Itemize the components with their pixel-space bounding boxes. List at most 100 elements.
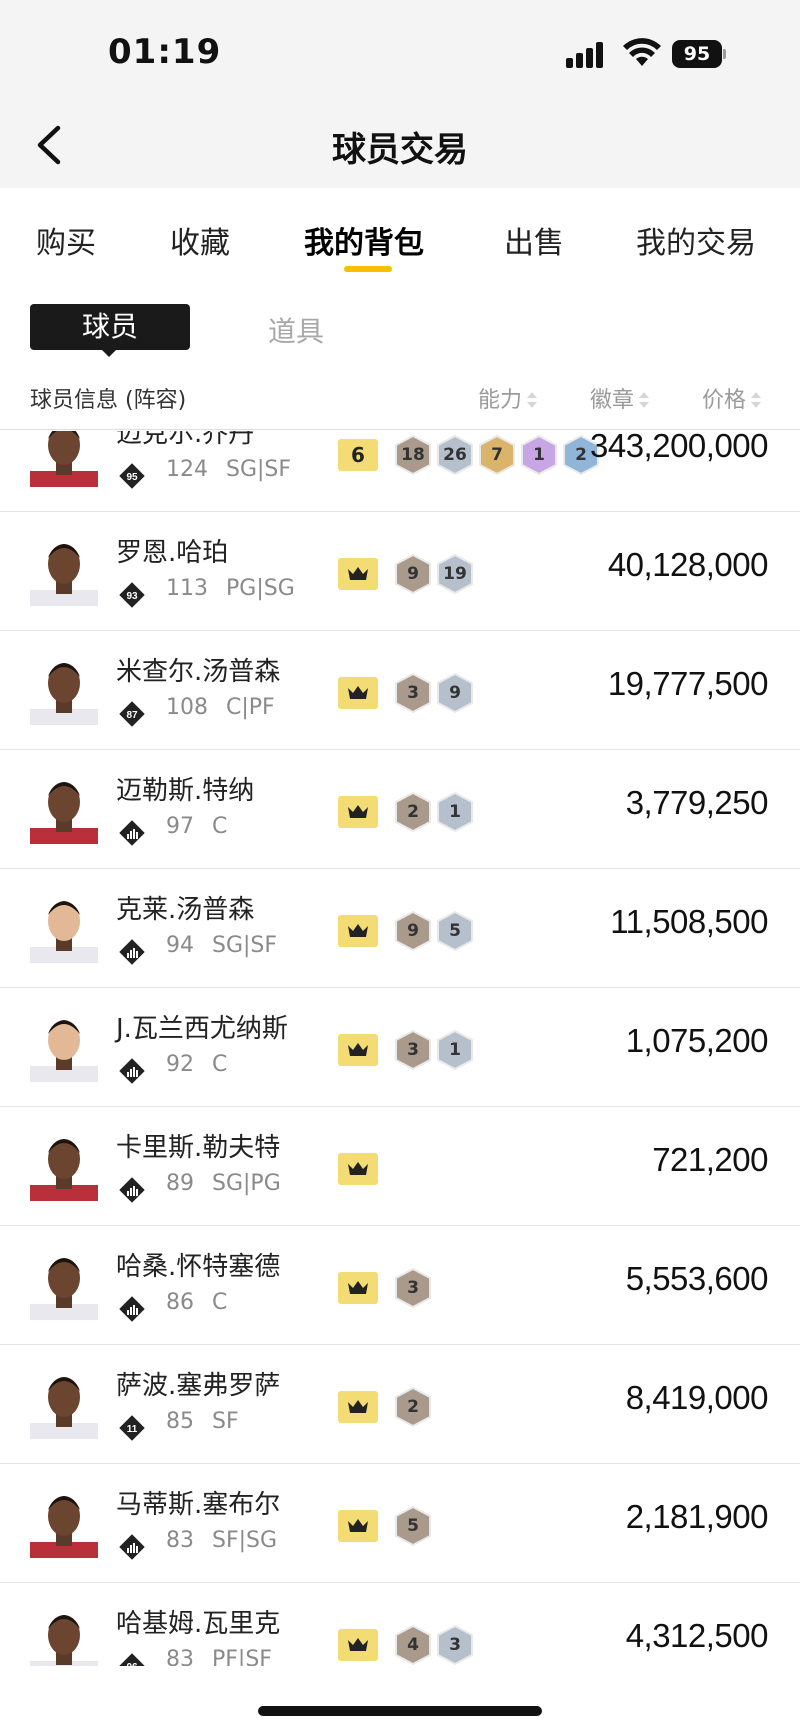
badge-count: 18 xyxy=(401,445,425,465)
player-row[interactable]: 哈桑.怀特塞德 86 C 3 5,553,600 xyxy=(0,1226,800,1345)
player-avatar xyxy=(30,891,98,963)
crown-icon xyxy=(338,1510,378,1542)
badge-silver-icon: 1 xyxy=(436,792,474,832)
player-rating: 85 xyxy=(166,1409,194,1434)
badge-count: 7 xyxy=(491,445,503,465)
player-avatar xyxy=(30,1605,98,1666)
subtab-players[interactable]: 球员 xyxy=(30,304,190,350)
badge-silver-icon: 3 xyxy=(436,1625,474,1665)
player-name: 哈桑.怀特塞德 xyxy=(116,1252,281,1282)
player-position: PF|SF xyxy=(212,1647,272,1666)
player-meta: 97 C xyxy=(166,814,227,839)
player-row[interactable]: 米查尔.汤普森 87 108 C|PF 3 9 19,777,500 xyxy=(0,631,800,750)
tab-bar: 购买 收藏 我的背包 出售 我的交易 xyxy=(0,188,800,278)
level-diamond-icon xyxy=(119,1058,145,1084)
subtab-bar: 球员 道具 xyxy=(0,290,800,360)
player-row[interactable]: 卡里斯.勒夫特 89 SG|PG 721,200 xyxy=(0,1107,800,1226)
tab-sell[interactable]: 出售 xyxy=(504,218,564,262)
crown-icon xyxy=(338,1629,378,1661)
badge-bronze-icon: 9 xyxy=(394,554,432,594)
player-price: 343,200,000 xyxy=(589,431,769,464)
badge-bronze-icon: 5 xyxy=(394,1506,432,1546)
player-rating: 94 xyxy=(166,933,194,958)
badge-count: 3 xyxy=(407,683,419,703)
player-rating: 92 xyxy=(166,1052,194,1077)
level-diamond-icon xyxy=(119,1296,145,1322)
player-price: 721,200 xyxy=(652,1141,768,1178)
tab-buy[interactable]: 购买 xyxy=(36,218,96,262)
sort-price[interactable]: 价格 xyxy=(702,382,762,414)
player-name: 迈勒斯.特纳 xyxy=(116,776,255,806)
player-row[interactable]: 罗恩.哈珀 93 113 PG|SG 9 19 40,128,000 xyxy=(0,512,800,631)
sort-icon xyxy=(526,391,538,411)
battery-level: 95 xyxy=(672,40,722,68)
level-diamond-icon xyxy=(119,820,145,846)
player-rating: 89 xyxy=(166,1171,194,1196)
level-diamond-icon xyxy=(119,1534,145,1560)
column-player-info: 球员信息 (阵容) xyxy=(30,388,187,413)
player-meta: 113 PG|SG xyxy=(166,576,295,601)
badge-count: 19 xyxy=(443,564,467,584)
player-row[interactable]: 克莱.汤普森 94 SG|SF 9 5 11,508,500 xyxy=(0,869,800,988)
sort-ability[interactable]: 能力 xyxy=(478,382,538,414)
player-price: 19,777,500 xyxy=(607,665,769,702)
badge-purple-icon: 1 xyxy=(520,435,558,475)
level-number: 11 xyxy=(127,1424,138,1435)
player-meta: 83 PF|SF xyxy=(166,1647,272,1666)
badge-group: 5 xyxy=(338,1506,432,1546)
player-avatar xyxy=(30,1129,98,1201)
player-row[interactable]: J.瓦兰西尤纳斯 92 C 3 1 1,075,200 xyxy=(0,988,800,1107)
player-row[interactable]: 哈基姆.瓦里克 06 83 PF|SF 4 3 4,312,500 xyxy=(0,1583,800,1666)
player-meta: 92 C xyxy=(166,1052,227,1077)
player-list[interactable]: 迈克尔.乔丹 95 124 SG|SF 6 18 26 7 1 2 343,200,000 罗恩.哈珀… xyxy=(0,431,800,1666)
badge-group: 43 xyxy=(338,1625,474,1665)
player-price: 5,553,600 xyxy=(625,1260,769,1297)
tab-my-bag[interactable]: 我的背包 xyxy=(304,218,424,262)
player-meta: 86 C xyxy=(166,1290,227,1315)
level-number: 06 xyxy=(126,1662,138,1666)
player-row[interactable]: 迈克尔.乔丹 95 124 SG|SF 6 18 26 7 1 2 343,200,000 xyxy=(0,431,800,512)
badge-group: 95 xyxy=(338,911,474,951)
player-position: C xyxy=(212,1290,228,1315)
level-diamond-icon: 87 xyxy=(119,701,145,727)
sort-badge[interactable]: 徽章 xyxy=(590,382,650,414)
player-name: 克莱.汤普森 xyxy=(116,895,255,925)
player-rating: 83 xyxy=(166,1528,194,1553)
column-ability-label: 能力 xyxy=(478,388,523,413)
level-diamond-icon: 06 xyxy=(119,1653,145,1666)
signal-bars-icon xyxy=(566,42,603,68)
player-meta: 108 C|PF xyxy=(166,695,275,720)
sort-icon xyxy=(638,391,650,411)
player-price: 1,075,200 xyxy=(625,1022,769,1059)
player-position: SF xyxy=(212,1409,239,1434)
tab-my-trades[interactable]: 我的交易 xyxy=(636,218,756,262)
badge-gold-icon: 7 xyxy=(478,435,516,475)
badge-group: 21 xyxy=(338,792,474,832)
crown-icon xyxy=(338,1153,378,1185)
player-price: 2,181,900 xyxy=(625,1498,769,1535)
player-meta: 89 SG|PG xyxy=(166,1171,281,1196)
badge-bronze-icon: 3 xyxy=(394,1030,432,1070)
player-avatar xyxy=(30,1486,98,1558)
tab-favorites[interactable]: 收藏 xyxy=(170,218,230,262)
subtab-items[interactable]: 道具 xyxy=(268,310,324,350)
badge-count: 9 xyxy=(407,921,419,941)
badge-group: 39 xyxy=(338,673,474,713)
active-tab-indicator xyxy=(344,266,392,272)
player-meta: 85 SF xyxy=(166,1409,239,1434)
player-name: 萨波.塞弗罗萨 xyxy=(116,1371,281,1401)
column-header: 球员信息 (阵容) 能力 徽章 价格 xyxy=(0,370,800,430)
player-row[interactable]: 萨波.塞弗罗萨 11 85 SF 2 8,419,000 xyxy=(0,1345,800,1464)
level-diamond-icon xyxy=(119,939,145,965)
player-position: C|PF xyxy=(226,695,275,720)
crown-icon xyxy=(338,1391,378,1423)
badge-count: 9 xyxy=(449,683,461,703)
player-position: SG|SF xyxy=(226,457,292,482)
player-row[interactable]: 迈勒斯.特纳 97 C 2 1 3,779,250 xyxy=(0,750,800,869)
badge-count: 5 xyxy=(407,1516,419,1536)
badge-group: 6 18 26 7 1 2 xyxy=(338,435,600,475)
badge-silver-icon: 19 xyxy=(436,554,474,594)
player-row[interactable]: 马蒂斯.塞布尔 83 SF|SG 5 2,181,900 xyxy=(0,1464,800,1583)
subtab-pointer xyxy=(100,348,118,357)
player-position: SG|SF xyxy=(212,933,278,958)
